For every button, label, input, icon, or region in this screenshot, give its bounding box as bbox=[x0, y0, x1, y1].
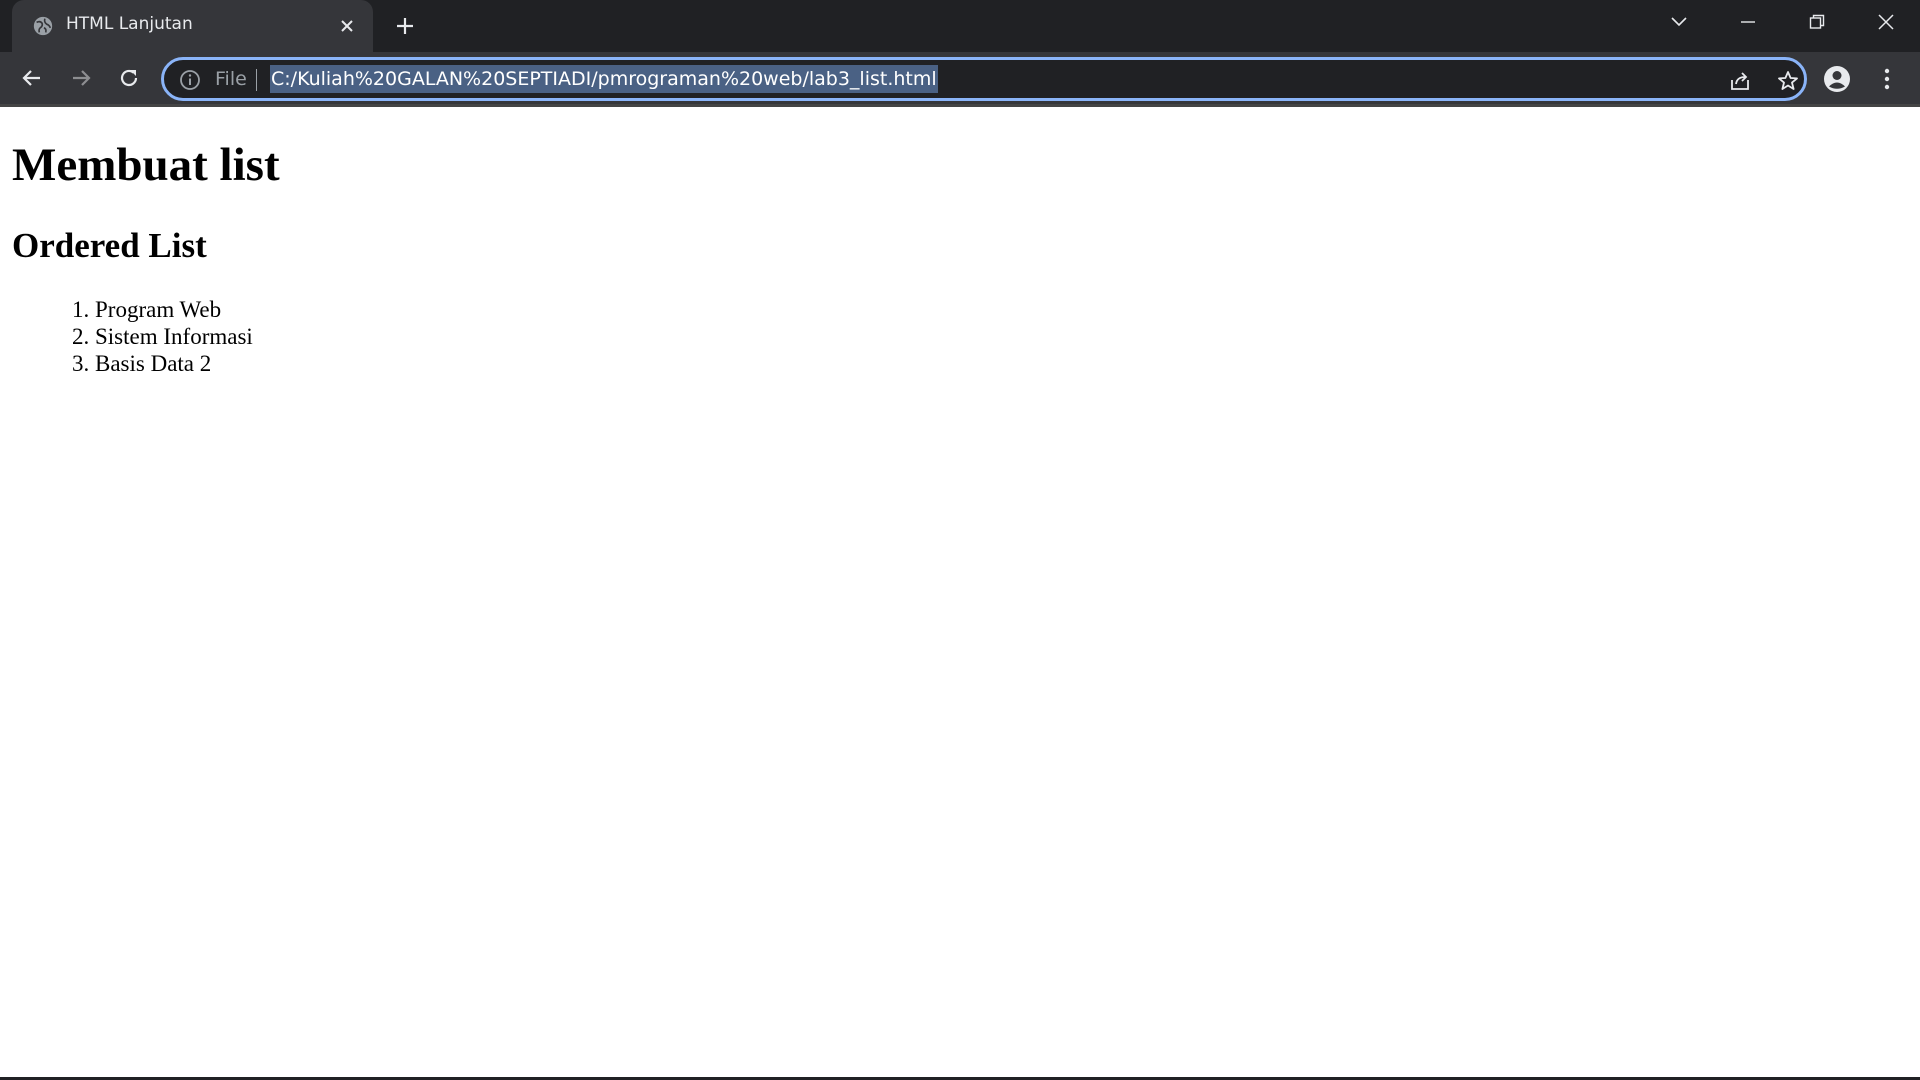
ordered-list: 1. Program Web 2. Sistem Informasi 3. Ba… bbox=[72, 296, 253, 377]
globe-icon bbox=[32, 15, 54, 37]
list-item: 3. Basis Data 2 bbox=[72, 350, 253, 377]
close-icon bbox=[1878, 14, 1894, 30]
tab-title: HTML Lanjutan bbox=[66, 14, 193, 34]
reload-icon bbox=[120, 69, 138, 87]
tab-strip: HTML Lanjutan bbox=[0, 0, 1920, 52]
address-bar[interactable]: File C:/Kuliah%20GALAN%20SEPTIADI/pmrogr… bbox=[161, 57, 1807, 101]
arrow-right-icon bbox=[73, 70, 91, 86]
web-page-content: Membuat list Ordered List 1. Program Web… bbox=[0, 107, 1920, 1080]
chevron-down-icon bbox=[1671, 17, 1687, 27]
restore-button[interactable] bbox=[1797, 8, 1837, 36]
reload-button[interactable] bbox=[114, 63, 144, 93]
kebab-menu-icon bbox=[1884, 68, 1890, 90]
info-icon[interactable] bbox=[179, 69, 201, 91]
scheme-divider bbox=[256, 69, 257, 91]
arrow-left-icon bbox=[22, 70, 40, 86]
browser-tab[interactable]: HTML Lanjutan bbox=[12, 0, 373, 52]
browser-toolbar: File C:/Kuliah%20GALAN%20SEPTIADI/pmrogr… bbox=[0, 52, 1920, 104]
share-icon[interactable] bbox=[1727, 68, 1753, 94]
list-item-text: Program Web bbox=[95, 297, 222, 322]
back-button[interactable] bbox=[17, 63, 47, 93]
list-item-number: 1. bbox=[72, 297, 90, 322]
plus-icon bbox=[397, 18, 413, 34]
list-item: 2. Sistem Informasi bbox=[72, 323, 253, 350]
minimize-icon bbox=[1741, 21, 1755, 23]
close-window-button[interactable] bbox=[1866, 8, 1906, 36]
browser-menu-button[interactable] bbox=[1872, 64, 1902, 94]
site-scheme-label[interactable]: File bbox=[215, 68, 247, 90]
bookmark-star-icon[interactable] bbox=[1775, 68, 1801, 94]
minimize-button[interactable] bbox=[1728, 8, 1768, 36]
forward-button[interactable] bbox=[66, 63, 96, 93]
list-item-number: 3. bbox=[72, 351, 90, 376]
restore-icon bbox=[1809, 14, 1825, 29]
list-item: 1. Program Web bbox=[72, 296, 253, 323]
list-item-number: 2. bbox=[72, 324, 90, 349]
tab-close-icon[interactable] bbox=[335, 14, 359, 38]
tab-search-button[interactable] bbox=[1659, 8, 1699, 36]
page-subheading: Ordered List bbox=[12, 226, 207, 265]
profile-button[interactable] bbox=[1822, 64, 1852, 94]
url-input[interactable]: C:/Kuliah%20GALAN%20SEPTIADI/pmrograman%… bbox=[270, 65, 938, 93]
avatar-icon bbox=[1824, 66, 1850, 92]
list-item-text: Basis Data 2 bbox=[95, 351, 212, 376]
list-item-text: Sistem Informasi bbox=[95, 324, 253, 349]
new-tab-button[interactable] bbox=[391, 12, 419, 40]
page-heading: Membuat list bbox=[12, 139, 280, 191]
